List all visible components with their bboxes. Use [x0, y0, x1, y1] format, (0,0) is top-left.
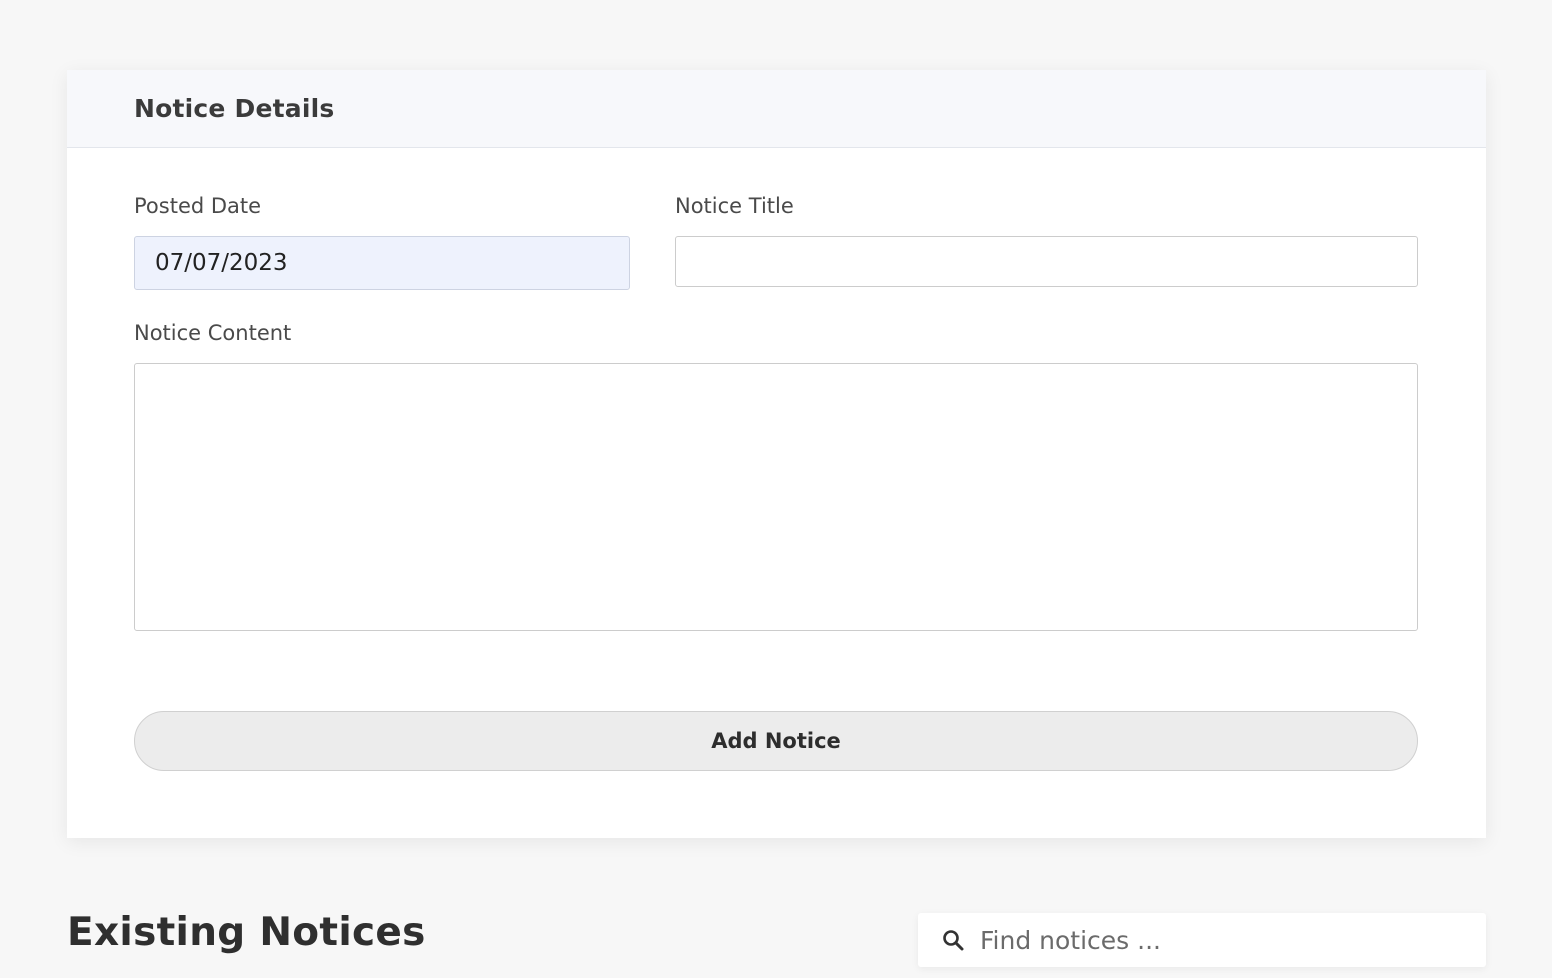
notice-title-label: Notice Title — [675, 194, 794, 218]
search-icon — [940, 927, 966, 953]
notice-details-card: Notice Details Posted Date Notice Title … — [67, 70, 1486, 838]
posted-date-input[interactable] — [134, 236, 630, 290]
notice-content-textarea[interactable] — [134, 363, 1418, 631]
posted-date-label: Posted Date — [134, 194, 262, 218]
card-title: Notice Details — [134, 94, 335, 123]
notice-title-input[interactable] — [675, 236, 1418, 287]
existing-notices-title: Existing Notices — [67, 910, 426, 955]
card-header: Notice Details — [67, 70, 1486, 148]
add-notice-button[interactable]: Add Notice — [134, 711, 1418, 771]
search-input[interactable] — [980, 920, 1480, 960]
search-box[interactable] — [918, 913, 1486, 967]
notice-content-label: Notice Content — [134, 321, 292, 345]
